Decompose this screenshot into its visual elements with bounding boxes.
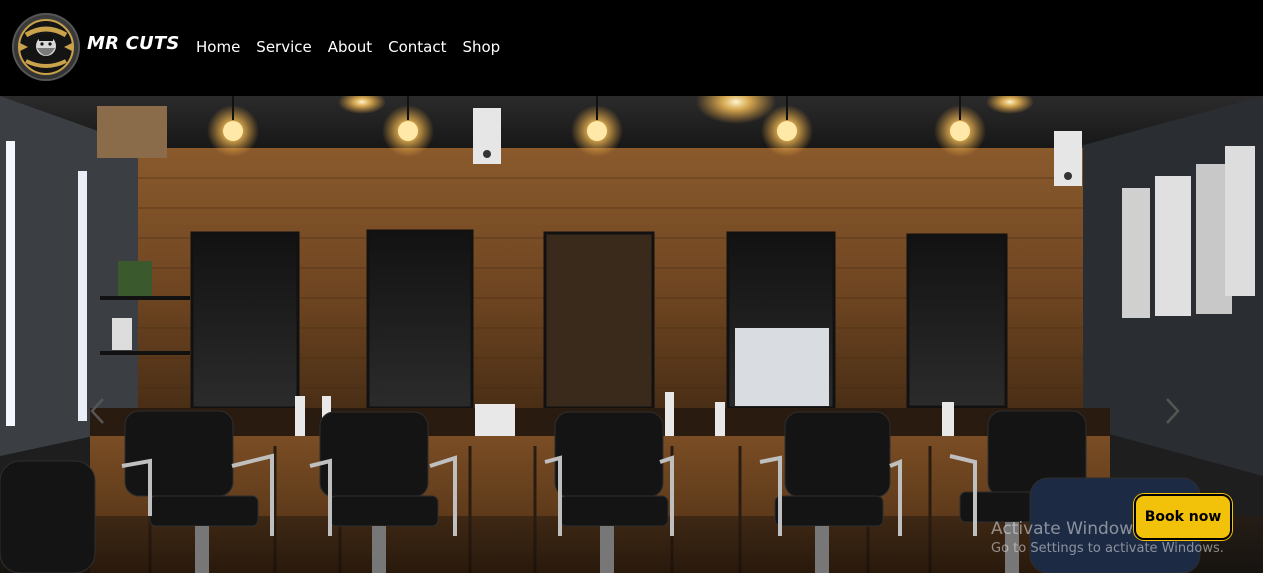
- carousel-next-button[interactable]: [1162, 396, 1182, 426]
- barbershop-logo[interactable]: [12, 13, 80, 81]
- book-now-button[interactable]: Book now: [1134, 494, 1232, 540]
- barbershop-interior-image: [0, 96, 1263, 573]
- site-header: MR CUTS Home Service About Contact Shop: [0, 0, 1263, 96]
- logo-emblem-icon: [18, 19, 74, 75]
- hero-carousel: [0, 96, 1263, 573]
- watermark-subtitle: Go to Settings to activate Windows.: [991, 541, 1224, 556]
- main-nav: Home Service About Contact Shop: [196, 38, 516, 56]
- chevron-right-icon: [1166, 398, 1180, 424]
- nav-shop[interactable]: Shop: [462, 38, 500, 56]
- carousel-prev-button[interactable]: [88, 396, 108, 426]
- chevron-left-icon: [90, 398, 104, 424]
- nav-about[interactable]: About: [328, 38, 372, 56]
- nav-service[interactable]: Service: [256, 38, 311, 56]
- brand-name[interactable]: MR CUTS: [87, 33, 180, 54]
- nav-contact[interactable]: Contact: [388, 38, 446, 56]
- nav-home[interactable]: Home: [196, 38, 240, 56]
